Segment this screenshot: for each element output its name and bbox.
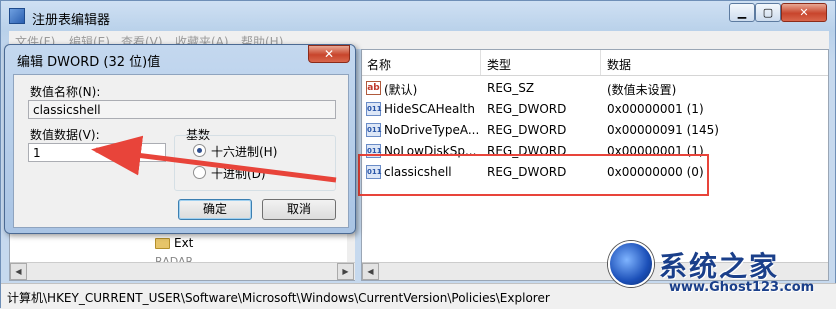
- regedit-icon: [9, 8, 25, 24]
- minimize-button[interactable]: ▁: [729, 3, 755, 22]
- cancel-button[interactable]: 取消: [262, 199, 336, 220]
- list-row[interactable]: 011 NoDriveTypeA... REG_DWORD 0x00000091…: [362, 120, 828, 141]
- dialog-body: 数值名称(N): classicshell 数值数据(V): 1 基数 十六进制…: [13, 74, 349, 228]
- decimal-radio[interactable]: [193, 166, 206, 179]
- watermark-url: www.Ghost123.com: [669, 280, 815, 295]
- value-type: REG_DWORD: [487, 102, 567, 116]
- value-name: HideSCAHealth: [384, 102, 475, 116]
- column-header-name[interactable]: 名称: [367, 56, 391, 73]
- list-row[interactable]: 011 HideSCAHealth REG_DWORD 0x00000001 (…: [362, 99, 828, 120]
- watermark-logo-icon: [608, 241, 654, 287]
- edit-dword-dialog: 编辑 DWORD (32 位)值 ✕ 数值名称(N): classicshell…: [4, 44, 356, 234]
- hex-radio[interactable]: [193, 144, 206, 157]
- title-bar: 注册表编辑器 ▁ ▢ ✕: [1, 1, 836, 31]
- scroll-left-arrow-icon[interactable]: ◀: [362, 263, 379, 280]
- list-header: 名称 类型 数据: [362, 50, 828, 76]
- value-data-input[interactable]: 1: [28, 143, 166, 162]
- value-data-label: 数值数据(V):: [30, 128, 100, 142]
- column-header-data[interactable]: 数据: [607, 56, 631, 73]
- watermark-title: 系统之家: [659, 250, 780, 283]
- column-separator[interactable]: [600, 50, 601, 75]
- dword-value-icon: 011: [366, 102, 382, 116]
- value-type: REG_DWORD: [487, 123, 567, 137]
- dialog-title: 编辑 DWORD (32 位)值: [17, 55, 161, 70]
- window-title: 注册表编辑器: [32, 13, 111, 28]
- tree-item-ext[interactable]: Ext: [155, 236, 193, 250]
- key-path: 计算机\HKEY_CURRENT_USER\Software\Microsoft…: [7, 291, 550, 305]
- value-type: REG_SZ: [487, 81, 535, 95]
- scroll-right-arrow-icon[interactable]: ▶: [337, 263, 354, 280]
- value-name-field: classicshell: [28, 100, 336, 119]
- scroll-left-arrow-icon[interactable]: ◀: [10, 263, 27, 280]
- dialog-close-button[interactable]: ✕: [308, 45, 350, 63]
- value-data: 0x00000091 (145): [607, 123, 719, 137]
- column-header-type[interactable]: 类型: [487, 56, 511, 73]
- highlight-box: [358, 154, 709, 196]
- value-name: NoDriveTypeA...: [384, 123, 480, 137]
- maximize-button[interactable]: ▢: [755, 3, 781, 22]
- list-row[interactable]: ab (默认) REG_SZ (数值未设置): [362, 78, 828, 99]
- decimal-radio-label[interactable]: 十进制(D): [211, 165, 266, 182]
- dword-value-icon: 011: [366, 123, 382, 137]
- value-name: (默认): [384, 83, 418, 97]
- ok-button[interactable]: 确定: [178, 199, 252, 220]
- hex-radio-label[interactable]: 十六进制(H): [211, 143, 277, 160]
- base-group: 十六进制(H) 十进制(D): [174, 135, 336, 191]
- close-button[interactable]: ✕: [781, 3, 827, 22]
- value-name-label: 数值名称(N):: [30, 85, 101, 99]
- column-separator[interactable]: [480, 50, 481, 75]
- folder-icon: [155, 237, 170, 249]
- tree-horizontal-scrollbar[interactable]: ◀ ▶: [10, 262, 355, 280]
- string-value-icon: ab: [366, 81, 381, 95]
- tree-item-label: Ext: [174, 236, 194, 250]
- value-data: 0x00000001 (1): [607, 102, 704, 116]
- value-data: (数值未设置): [607, 83, 677, 97]
